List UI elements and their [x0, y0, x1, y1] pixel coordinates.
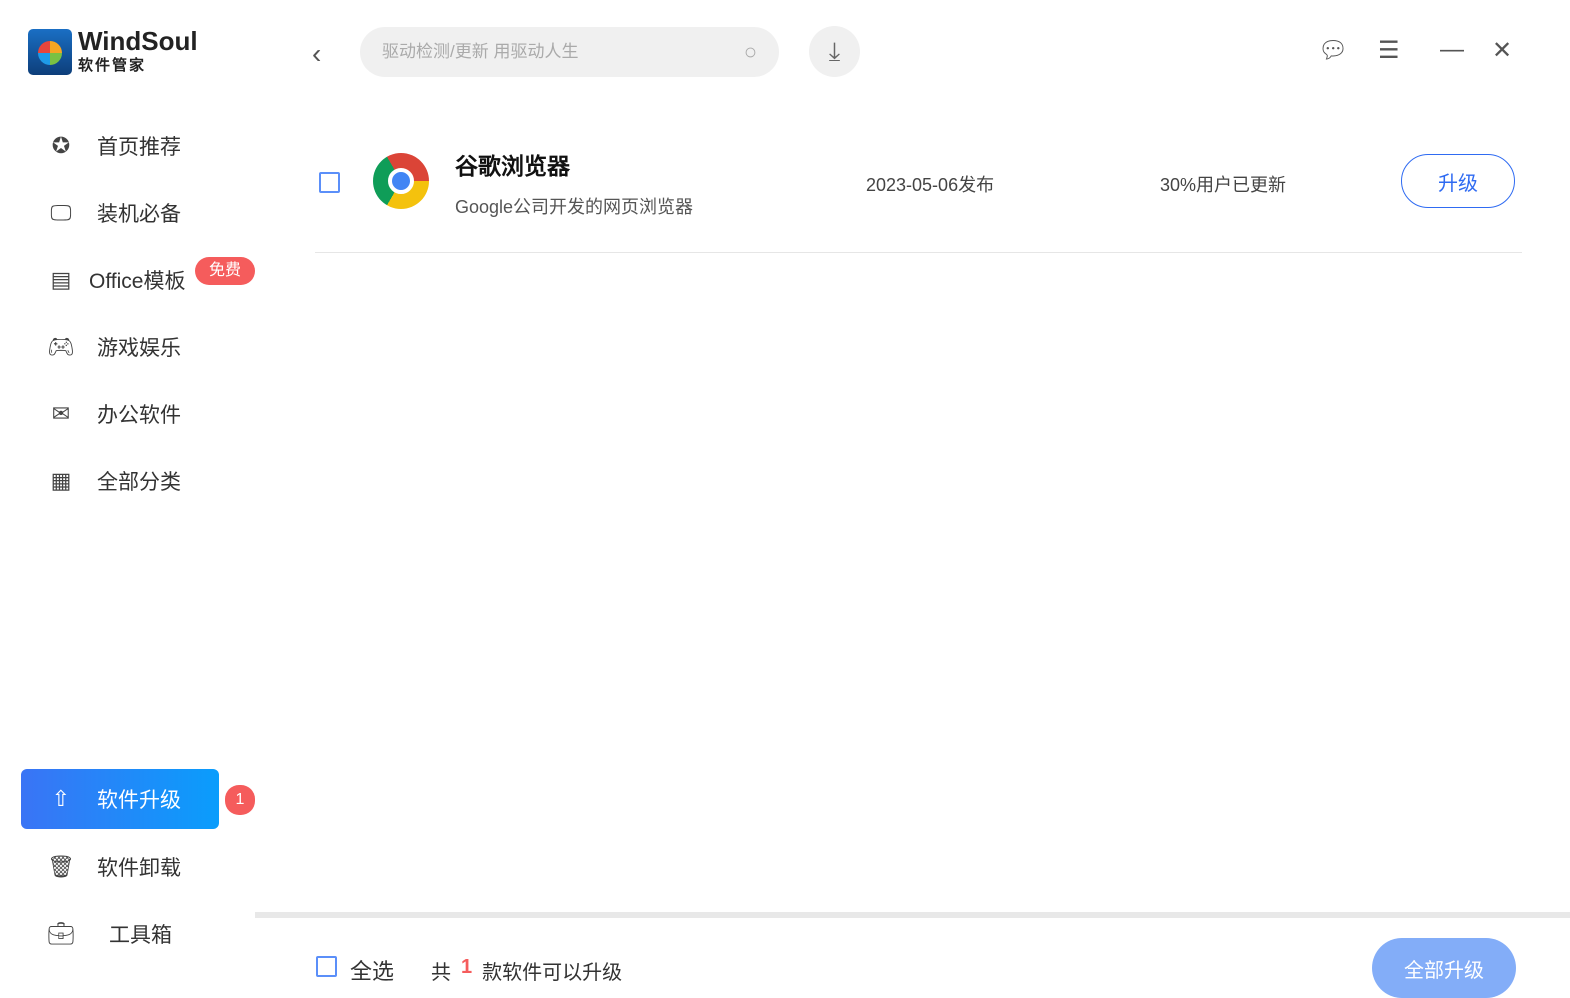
sidebar-item-label: 办公软件: [97, 404, 181, 427]
star-circle-icon: ✪: [51, 133, 71, 158]
software-description: Google公司开发的网页浏览器: [455, 197, 694, 217]
logo-name: WindSoul: [78, 26, 198, 56]
select-all-checkbox[interactable]: [316, 956, 337, 977]
sidebar-item-uninstall[interactable]: 🗑︎ 软件卸载: [21, 837, 219, 897]
sidebar-item-categories[interactable]: ▦ 全部分类: [21, 451, 219, 511]
sidebar-item-label: 软件卸载: [97, 857, 181, 880]
list-item: 谷歌浏览器 Google公司开发的网页浏览器 2023-05-06发布 30%用…: [315, 125, 1522, 253]
summary-prefix: 共: [431, 962, 451, 984]
upload-circle-icon: ⇧: [51, 786, 71, 811]
update-ratio: 30%用户已更新: [1160, 175, 1287, 195]
sidebar-item-toolbox[interactable]: 💼︎ 工具箱: [21, 904, 219, 964]
document-tray-icon: ▤: [50, 267, 72, 292]
app-logo: WindSoul 软件管家: [28, 28, 198, 75]
release-date: 2023-05-06发布: [866, 175, 995, 195]
close-icon[interactable]: ✕: [1492, 36, 1512, 65]
sidebar-item-games[interactable]: 🎮︎ 游戏娱乐: [21, 317, 219, 377]
search-bar[interactable]: ○: [360, 27, 779, 77]
sidebar-item-label: 软件升级: [97, 789, 181, 812]
sidebar-item-label: 全部分类: [97, 471, 181, 494]
grid-icon: ▦: [50, 468, 72, 493]
monitor-check-icon: 🖵︎: [50, 200, 72, 225]
sidebar-item-label: 首页推荐: [97, 136, 181, 159]
sidebar-item-essentials[interactable]: 🖵︎ 装机必备: [21, 183, 219, 243]
download-icon: ⤓: [828, 35, 841, 66]
sidebar-item-label: 装机必备: [97, 203, 181, 226]
menu-icon[interactable]: ☰: [1378, 36, 1400, 65]
sidebar-item-label: Office模板: [89, 270, 186, 293]
chrome-icon: [373, 153, 429, 209]
logo-subtitle: 软件管家: [78, 57, 147, 74]
upgrade-all-button[interactable]: 全部升级: [1372, 938, 1516, 998]
download-button[interactable]: ⤓: [809, 26, 860, 77]
search-icon[interactable]: ○: [744, 39, 757, 65]
feedback-icon[interactable]: 💬︎: [1318, 36, 1348, 65]
software-name: 谷歌浏览器: [455, 153, 570, 179]
free-badge: 免费: [195, 257, 255, 285]
minimize-icon[interactable]: —: [1440, 36, 1464, 64]
item-checkbox[interactable]: [319, 172, 340, 193]
trash-icon: 🗑︎: [47, 854, 75, 879]
upgrade-summary: 共 1 款软件可以升级: [431, 956, 622, 985]
sidebar-item-home[interactable]: ✪ 首页推荐: [21, 116, 219, 176]
back-chevron-icon[interactable]: ‹: [312, 38, 321, 70]
footer-bar: 全选 共 1 款软件可以升级 全部升级: [255, 912, 1570, 998]
logo-icon: [28, 28, 72, 75]
mail-box-icon: ✉: [51, 401, 71, 426]
upgrade-button[interactable]: 升级: [1401, 154, 1515, 208]
search-input[interactable]: [382, 42, 702, 62]
sidebar-item-label: 工具箱: [109, 924, 172, 947]
sidebar-item-upgrade[interactable]: ⇧ 软件升级: [21, 769, 219, 829]
sidebar-item-label: 游戏娱乐: [97, 337, 181, 360]
sidebar-item-office[interactable]: ▤ Office模板: [21, 250, 219, 310]
toolbox-icon: 💼︎: [47, 921, 75, 946]
summary-suffix: 款软件可以升级: [482, 962, 623, 984]
upgrade-count-badge: 1: [225, 785, 255, 815]
gamepad-icon: 🎮︎: [47, 334, 75, 359]
sidebar-item-office-software[interactable]: ✉ 办公软件: [21, 384, 219, 444]
select-all-label[interactable]: 全选: [350, 954, 394, 986]
summary-count: 1: [461, 956, 473, 978]
